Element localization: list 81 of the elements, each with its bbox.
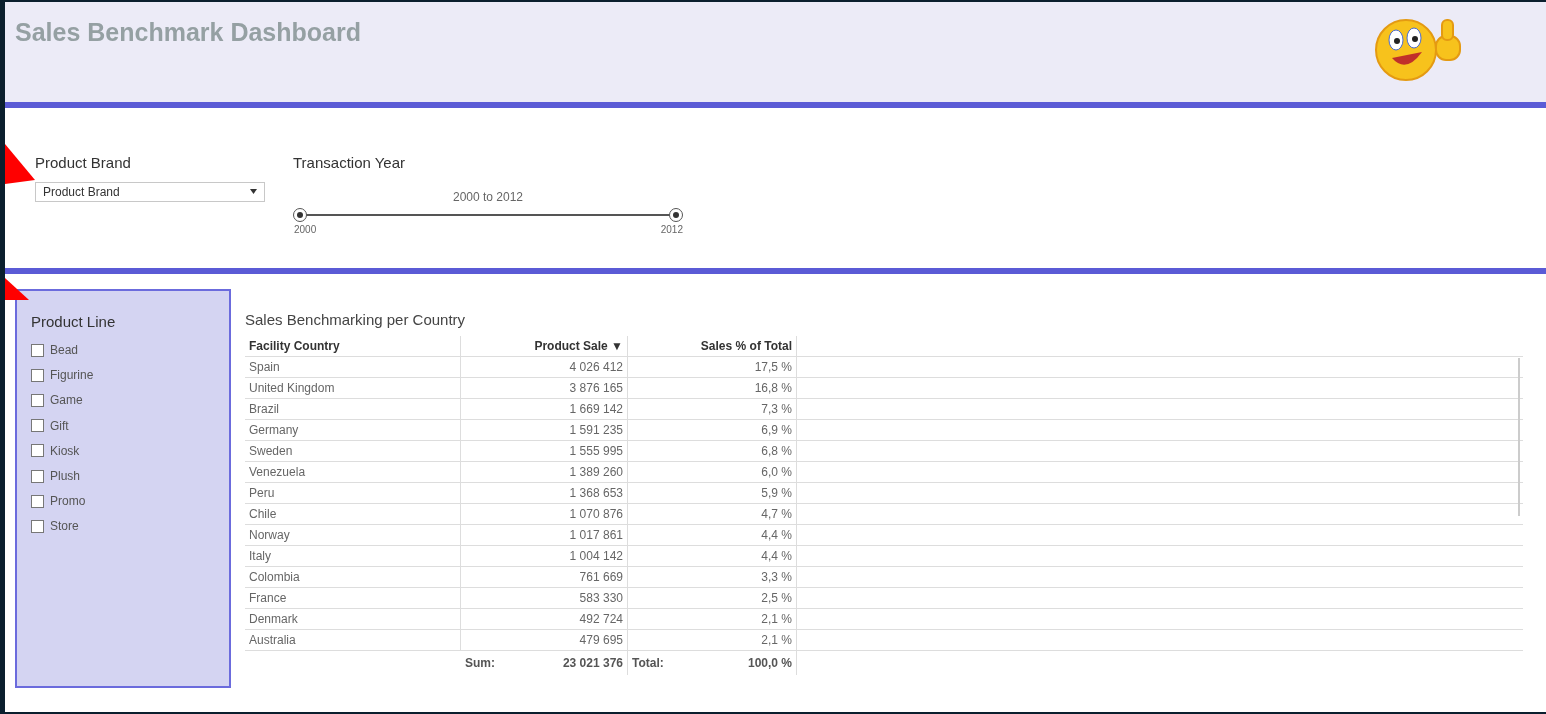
dashboard-title: Sales Benchmark Dashboard [15, 17, 361, 48]
checkbox[interactable] [31, 469, 44, 483]
checkbox-label[interactable]: Figurine [50, 366, 94, 385]
checkbox[interactable] [31, 419, 44, 433]
column-header[interactable]: Sales % of Total [700, 336, 792, 355]
table-cell-text: 1 017 861 [569, 526, 623, 544]
table-cell-text: 4,7 % [761, 505, 792, 523]
table-cell-text: Norway [249, 526, 290, 544]
caret-icon [250, 189, 257, 194]
checkbox-label[interactable]: Game [50, 391, 83, 410]
slider-thumb[interactable] [293, 207, 307, 222]
table-cell-text: 6,8 % [761, 442, 792, 460]
table-cell-text: 4,4 % [761, 526, 792, 544]
table-title: Sales Benchmarking per Country [245, 310, 467, 330]
panel-title: Product Line [31, 312, 117, 332]
table-cell-text: Brazil [249, 400, 279, 418]
filter-label: Product Brand [35, 153, 132, 173]
table-cell-text: 1 368 653 [569, 484, 623, 502]
table-cell-text: Chile [249, 505, 277, 523]
checkbox[interactable] [31, 444, 44, 458]
column-header[interactable]: Facility Country [249, 336, 340, 355]
table-cell-text: 2,5 % [761, 589, 792, 607]
table-cell-text: Peru [249, 484, 275, 502]
table-cell-text: 2,1 % [761, 610, 792, 628]
total-value: 100,0 % [747, 654, 792, 672]
pointer-arrow-icon [5, 144, 35, 186]
table-cell-text: Australia [249, 631, 296, 649]
checkbox[interactable] [31, 368, 44, 382]
table-cell-text: 17,5 % [754, 358, 792, 376]
table-cell-text: 4 026 412 [569, 358, 623, 376]
range-value: 2000 to 2012 [452, 188, 524, 206]
total-label: Sum: [465, 654, 495, 672]
table-cell-text: France [249, 589, 287, 607]
checkbox[interactable] [31, 343, 44, 357]
checkbox-label[interactable]: Store [50, 517, 79, 536]
total-label: Total: [632, 654, 664, 672]
pointer-arrow-icon [5, 278, 29, 300]
checkbox[interactable] [31, 393, 44, 407]
table-cell-text: 6,0 % [761, 463, 792, 481]
table-cell-text: 1 669 142 [569, 400, 623, 418]
column-header[interactable]: Product Sale ▼ [534, 336, 623, 355]
table-cell-text: 1 004 142 [569, 547, 623, 565]
slider-max-label: 2012 [660, 222, 683, 237]
table-cell-text: Spain [249, 358, 280, 376]
filter-label: Transaction Year [293, 153, 407, 173]
table-cell-text: 1 070 876 [569, 505, 623, 523]
brand-dropdown[interactable]: Product Brand [35, 181, 265, 202]
total-value: 23 021 376 [562, 654, 623, 672]
checkbox[interactable] [31, 494, 44, 508]
table-cell-text: 583 330 [579, 589, 623, 607]
table-cell-text: 4,4 % [761, 547, 792, 565]
checkbox-label[interactable]: Plush [50, 467, 81, 486]
slider-min-label: 2000 [294, 222, 317, 237]
table-cell-text: 6,9 % [761, 421, 792, 439]
table-cell-text: 3,3 % [761, 568, 792, 586]
checkbox-label[interactable]: Kiosk [50, 441, 80, 460]
table-cell-text: 3 876 165 [569, 379, 623, 397]
table-cell-text: Colombia [249, 568, 300, 586]
checkbox-label[interactable]: Gift [50, 416, 69, 435]
table-cell-text: 479 695 [579, 631, 623, 649]
slider-thumb[interactable] [669, 207, 683, 222]
checkbox[interactable] [31, 519, 44, 533]
slider-track[interactable] [293, 207, 683, 222]
table-cell-text: Venezuela [249, 463, 306, 481]
table-cell-text: 2,1 % [761, 631, 792, 649]
table-cell-text: Italy [249, 547, 271, 565]
table-cell-text: 7,3 % [761, 400, 792, 418]
table-cell-text: 1 555 995 [569, 442, 623, 460]
table-cell-text: 1 389 260 [569, 463, 623, 481]
table-cell-text: 761 669 [579, 568, 623, 586]
scrollbar[interactable] [1518, 357, 1520, 516]
table-cell-text: 1 591 235 [569, 421, 623, 439]
table-cell-text: United Kingdom [249, 379, 335, 397]
table-cell-text: 5,9 % [761, 484, 792, 502]
checkbox-label[interactable]: Promo [50, 492, 86, 511]
table-cell-text: 492 724 [579, 610, 623, 628]
table-cell-text: Sweden [249, 442, 293, 460]
table-cell-text: Germany [249, 421, 299, 439]
table-cell-text: 16,8 % [754, 379, 792, 397]
checkbox-label[interactable]: Bead [50, 341, 79, 360]
table-cell-text: Denmark [249, 610, 298, 628]
